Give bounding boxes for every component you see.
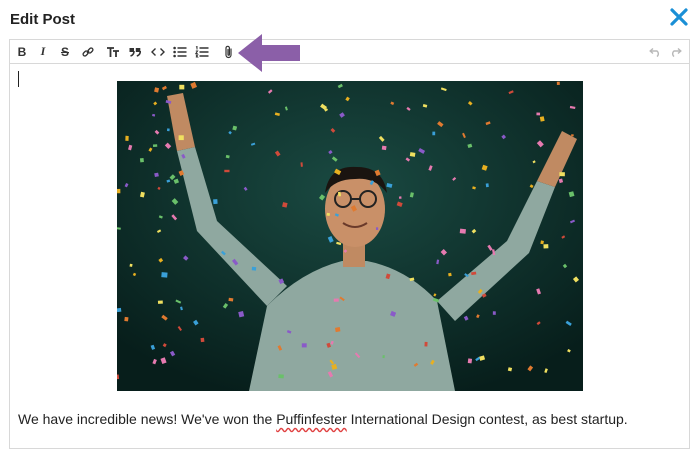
bold-button[interactable]: B [15, 43, 29, 60]
bullet-list-icon [173, 46, 187, 57]
paperclip-icon [225, 45, 232, 58]
strikethrough-button[interactable]: S [58, 43, 72, 60]
quote-icon [129, 47, 141, 57]
heading-button[interactable] [105, 43, 121, 60]
link-button[interactable] [81, 43, 95, 60]
text-cursor [18, 71, 19, 87]
numbered-list-button[interactable] [194, 43, 210, 60]
annotation-arrow-icon [238, 34, 300, 72]
link-icon [82, 46, 94, 57]
close-icon[interactable] [668, 6, 690, 28]
bullet-list-button[interactable] [172, 43, 188, 60]
editor-toolbar: B I S [10, 40, 689, 64]
code-button[interactable] [150, 43, 166, 60]
undo-icon [649, 47, 659, 57]
italic-button[interactable]: I [36, 43, 50, 60]
celebration-photo [117, 81, 583, 391]
quote-button[interactable] [128, 43, 142, 60]
dialog-title: Edit Post [10, 11, 76, 28]
redo-button[interactable] [669, 43, 683, 60]
undo-button[interactable] [648, 43, 662, 60]
celebration-photo-illustration [117, 81, 583, 391]
attach-file-button[interactable] [222, 43, 236, 60]
redo-icon [672, 47, 682, 57]
numbered-list-icon [195, 45, 209, 57]
misspelled-word: Puffinfester [276, 411, 347, 427]
code-icon [151, 47, 165, 56]
heading-icon [107, 46, 119, 57]
post-body-text[interactable]: We have incredible news! We've won the P… [18, 411, 688, 427]
